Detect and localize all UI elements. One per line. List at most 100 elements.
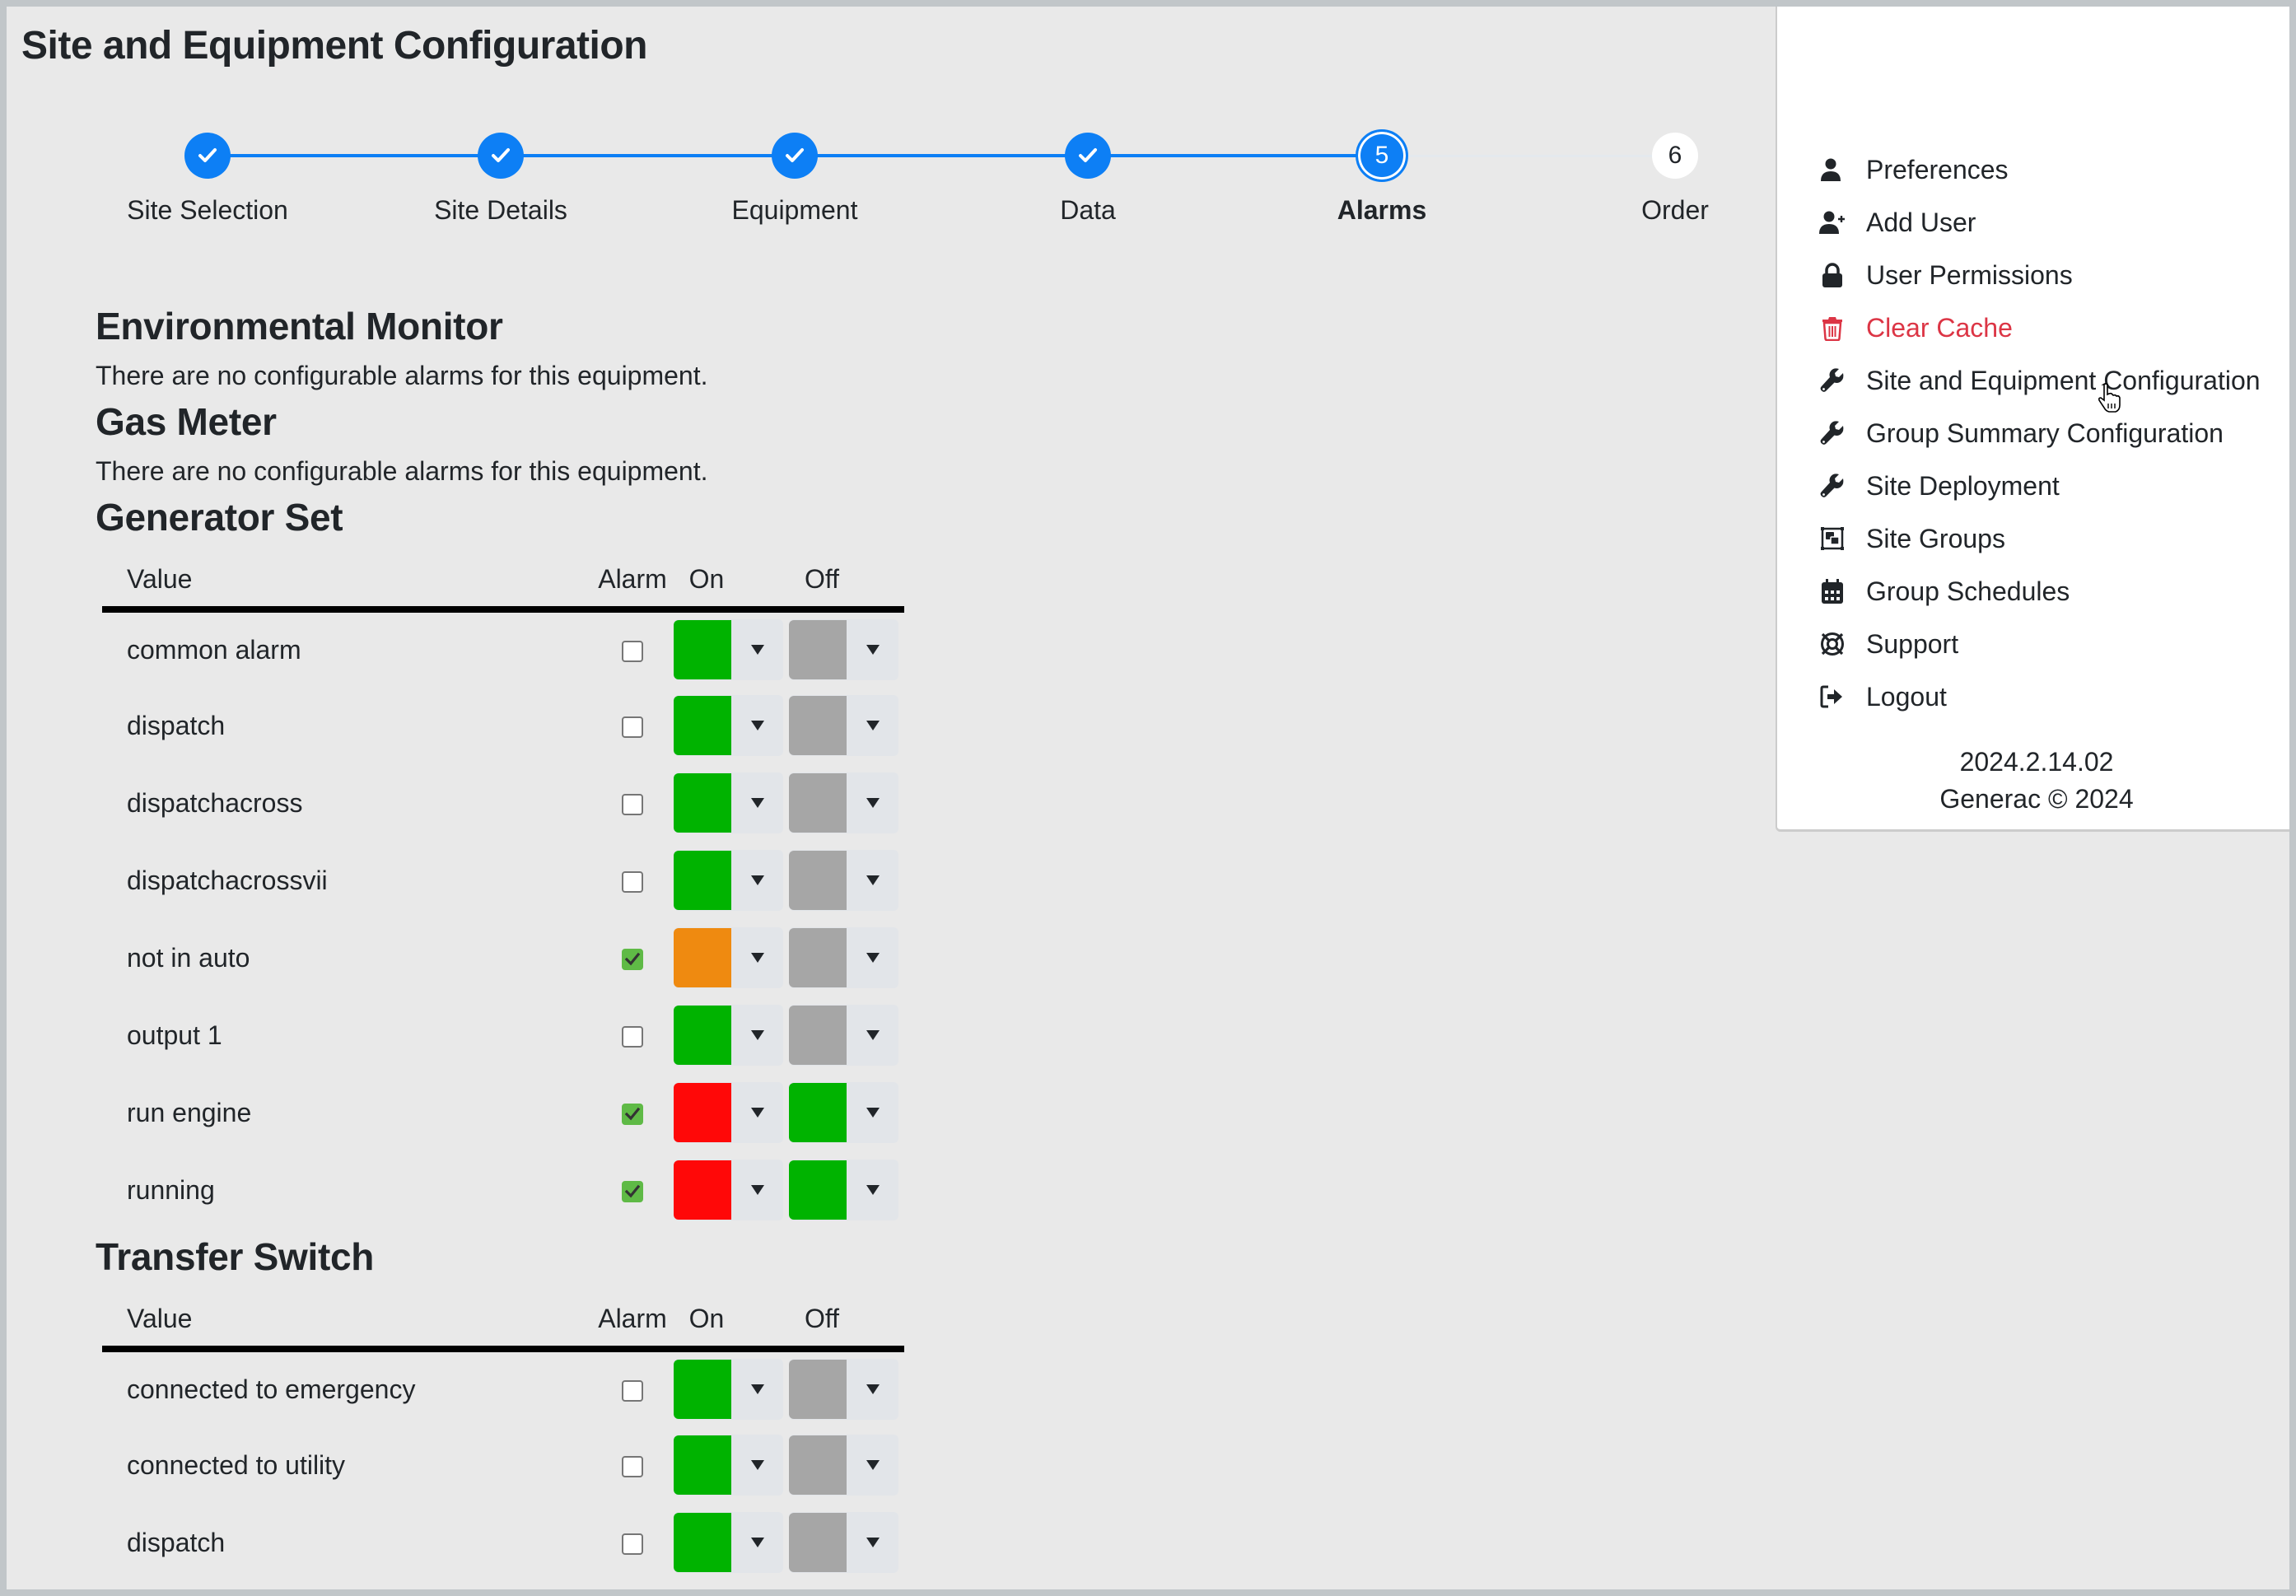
off-color-picker[interactable]	[789, 1359, 898, 1420]
step-label: Data	[1060, 195, 1116, 225]
menu-item-logout[interactable]: Logout	[1777, 670, 2289, 723]
alarm-checkbox[interactable]	[622, 716, 643, 739]
header-value: Value	[102, 562, 591, 613]
off-color-picker[interactable]	[789, 1082, 898, 1143]
menu-item-add-user[interactable]: Add User	[1777, 196, 2289, 249]
table-row: connected to utility	[102, 1426, 904, 1504]
caret-down-icon	[847, 798, 898, 808]
caret-down-icon	[847, 1030, 898, 1040]
alarm-value-name: dispatch	[127, 710, 226, 740]
on-color-picker[interactable]	[674, 1160, 783, 1220]
on-color-picker[interactable]	[674, 695, 783, 756]
step-site-details[interactable]: Site Details	[402, 133, 600, 226]
caret-down-icon	[731, 1030, 783, 1040]
header-on: On	[674, 562, 789, 613]
step-check-icon	[478, 133, 524, 179]
caret-down-icon	[847, 953, 898, 963]
off-color-swatch	[789, 851, 847, 910]
step-label: Equipment	[731, 195, 858, 225]
table-row: dispatch	[102, 687, 904, 764]
alarm-value-name: connected to utility	[127, 1449, 346, 1480]
on-color-picker[interactable]	[674, 927, 783, 988]
off-color-swatch	[789, 1435, 847, 1495]
alarm-table: Value Alarm On Off connected to emergency con…	[102, 1301, 904, 1581]
on-color-swatch	[674, 1083, 731, 1142]
off-color-swatch	[789, 928, 847, 987]
alarm-checkbox[interactable]	[622, 794, 643, 816]
on-color-picker[interactable]	[674, 1435, 783, 1496]
step-label: Alarms	[1337, 195, 1427, 225]
alarm-table: Value Alarm On Off common alarm dispatch dispa…	[102, 562, 904, 1229]
section-title: Environmental Monitor	[96, 305, 503, 348]
equipment-section: Generator Set Value Alarm On Off common alarm…	[96, 494, 1001, 1229]
menu-item-clear-cache[interactable]: Clear Cache	[1777, 301, 2289, 354]
off-color-swatch	[789, 773, 847, 833]
caret-down-icon	[847, 1185, 898, 1195]
on-color-picker[interactable]	[674, 1005, 783, 1066]
caret-down-icon	[847, 721, 898, 730]
off-color-picker[interactable]	[789, 1160, 898, 1220]
menu-item-label: Site Deployment	[1866, 470, 2060, 501]
off-color-picker[interactable]	[789, 850, 898, 911]
on-color-swatch	[674, 696, 731, 755]
table-row: not in auto	[102, 919, 904, 996]
step-check-icon	[772, 133, 818, 179]
off-color-swatch	[789, 1513, 847, 1572]
alarm-checkbox[interactable]	[622, 1380, 643, 1402]
header-alarm: Alarm	[591, 562, 674, 613]
on-color-picker[interactable]	[674, 772, 783, 833]
step-alarms: 5 Alarms	[1283, 129, 1481, 226]
step-data[interactable]: Data	[989, 133, 1187, 226]
off-color-picker[interactable]	[789, 772, 898, 833]
step-site-selection[interactable]: Site Selection	[109, 133, 306, 226]
table-row: dispatchacross	[102, 764, 904, 842]
off-color-swatch	[789, 1360, 847, 1419]
on-color-picker[interactable]	[674, 1359, 783, 1420]
alarm-value-name: output 1	[127, 1020, 222, 1050]
menu-item-preferences[interactable]: Preferences	[1777, 143, 2289, 196]
menu-item-label: User Permissions	[1866, 259, 2073, 290]
caret-down-icon	[731, 875, 783, 885]
alarm-value-name: running	[127, 1174, 215, 1205]
menu-item-site-groups[interactable]: Site Groups	[1777, 512, 2289, 565]
caret-down-icon	[847, 1384, 898, 1394]
alarm-checkbox[interactable]	[622, 871, 643, 894]
off-color-picker[interactable]	[789, 1435, 898, 1496]
menu-item-label: Group Summary Configuration	[1866, 418, 2224, 448]
off-color-picker[interactable]	[789, 927, 898, 988]
menu-item-site-deployment[interactable]: Site Deployment	[1777, 460, 2289, 512]
menu-item-user-permissions[interactable]: User Permissions	[1777, 249, 2289, 301]
menu-item-support[interactable]: Support	[1777, 618, 2289, 670]
menu-item-label: Site Groups	[1866, 523, 2005, 553]
off-color-picker[interactable]	[789, 1005, 898, 1066]
alarm-checkbox[interactable]	[622, 1104, 643, 1126]
off-color-picker[interactable]	[789, 695, 898, 756]
menu-item-group-summary-configuration[interactable]: Group Summary Configuration	[1777, 407, 2289, 460]
alarm-checkbox[interactable]	[622, 1456, 643, 1478]
off-color-picker[interactable]	[789, 1512, 898, 1573]
step-number: 6	[1652, 133, 1698, 179]
alarm-checkbox[interactable]	[622, 1533, 643, 1556]
alarm-checkbox[interactable]	[622, 1181, 643, 1203]
table-row: connected to emergency	[102, 1349, 904, 1426]
on-color-picker[interactable]	[674, 850, 783, 911]
life-ring-icon	[1818, 630, 1846, 658]
off-color-picker[interactable]	[789, 619, 898, 680]
off-color-swatch	[789, 696, 847, 755]
alarm-checkbox[interactable]	[622, 1026, 643, 1048]
no-alarms-message: There are no configurable alarms for thi…	[96, 361, 708, 390]
alarm-checkbox[interactable]	[622, 949, 643, 971]
lock-icon	[1818, 261, 1846, 289]
on-color-picker[interactable]	[674, 1082, 783, 1143]
on-color-picker[interactable]	[674, 619, 783, 680]
step-equipment[interactable]: Equipment	[696, 133, 894, 226]
step-check-icon	[1065, 133, 1111, 179]
menu-item-site-and-equipment-configuration[interactable]: Site and Equipment Configuration	[1777, 354, 2289, 407]
menu-item-group-schedules[interactable]: Group Schedules	[1777, 565, 2289, 618]
on-color-picker[interactable]	[674, 1512, 783, 1573]
caret-down-icon	[731, 1384, 783, 1394]
equipment-section: Transfer Switch Value Alarm On Off connected …	[96, 1234, 1001, 1581]
alarm-checkbox[interactable]	[622, 641, 643, 663]
wrench-icon	[1818, 472, 1846, 500]
user-icon	[1818, 156, 1846, 184]
